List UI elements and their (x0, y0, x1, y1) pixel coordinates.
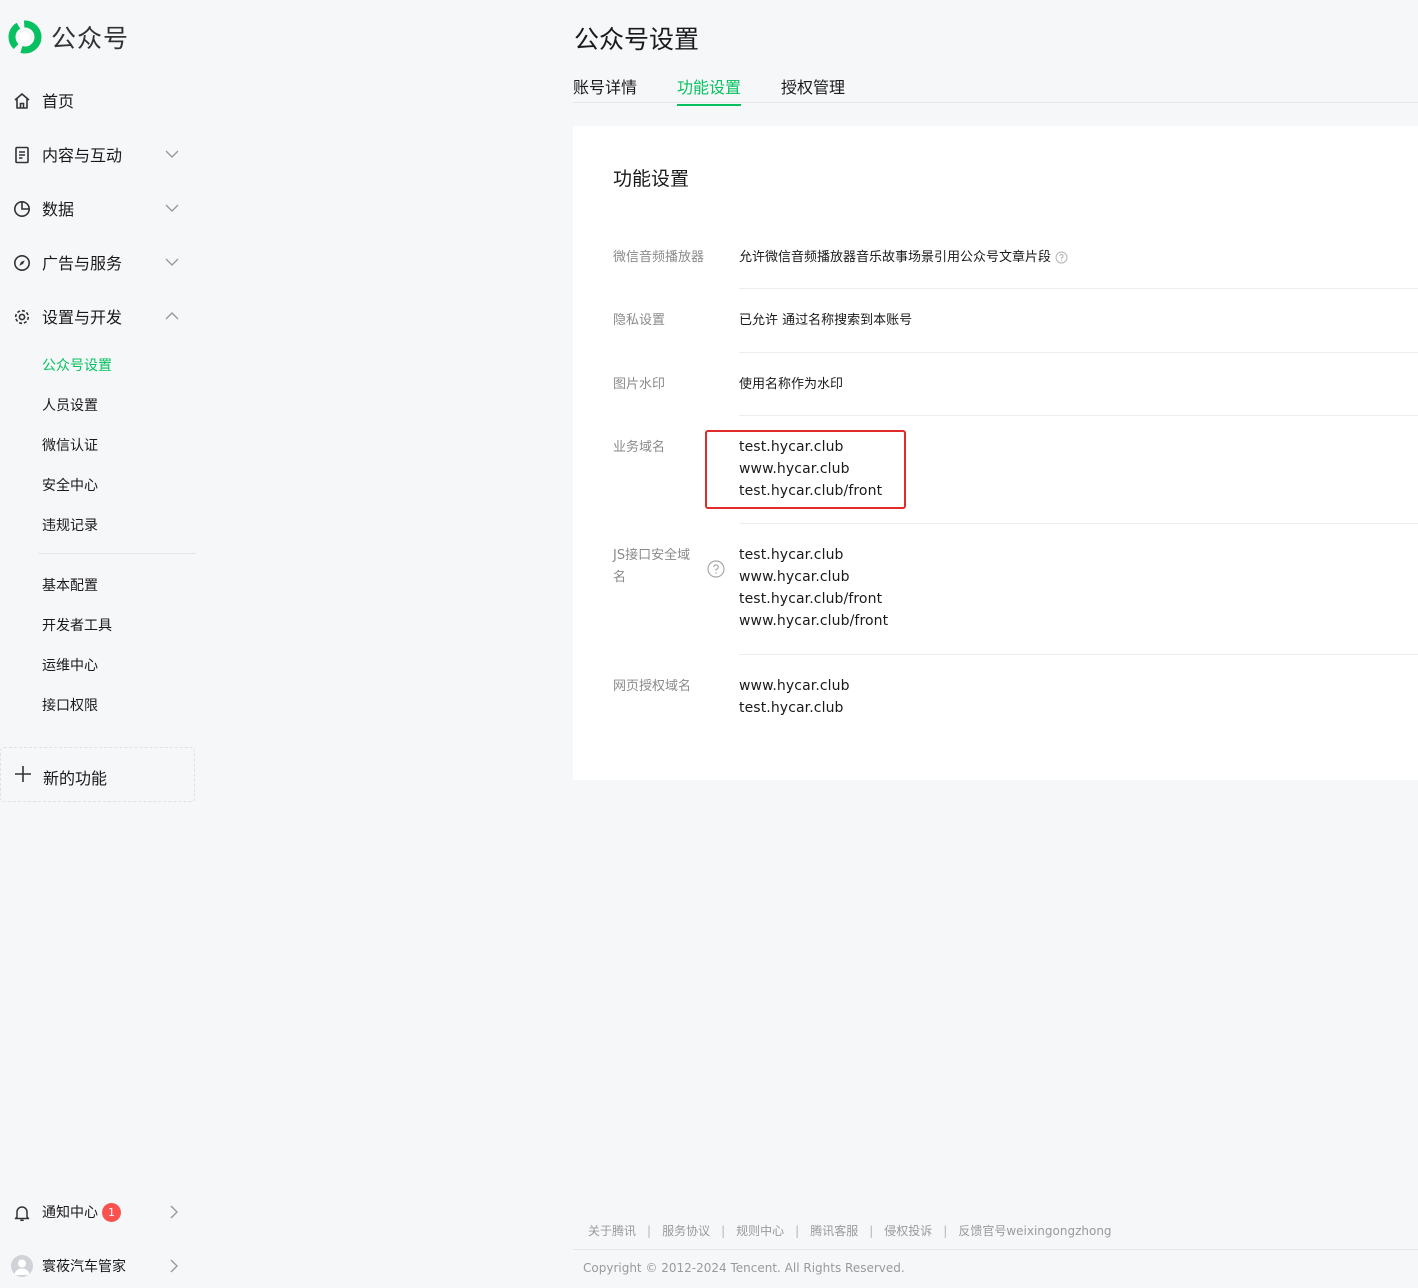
chevron-right-icon (170, 1205, 178, 1219)
nav-item-data[interactable]: 数据 (0, 188, 196, 228)
footer-separator: | (721, 1224, 726, 1238)
user-avatar-icon (14, 1259, 30, 1275)
document-icon (15, 146, 29, 164)
logo[interactable]: 公众号 (8, 19, 129, 55)
chevron-right-icon (170, 1259, 178, 1273)
question-circle-icon[interactable] (1055, 251, 1068, 264)
chevron-up-icon (165, 312, 179, 320)
tab-feature-settings[interactable]: 功能设置 (677, 74, 742, 106)
footer-separator: | (869, 1224, 874, 1238)
question-circle-icon[interactable] (707, 560, 725, 578)
row-divider (739, 654, 1418, 655)
sub-item-api-permissions[interactable]: 接口权限 (42, 695, 98, 715)
row-value-oauth-domain: www.hycar.club test.hycar.club (739, 675, 850, 719)
nav-item-settings[interactable]: 设置与开发 (0, 296, 196, 336)
sub-item-basic-config[interactable]: 基本配置 (42, 575, 98, 595)
footer-separator: | (795, 1224, 800, 1238)
nav-item-ads[interactable]: 广告与服务 (0, 242, 196, 282)
chevron-down-icon (165, 150, 179, 158)
nav-label: 数据 (42, 200, 75, 219)
sub-item-ops-center[interactable]: 运维中心 (42, 655, 98, 675)
tab-bar: 账号详情 功能设置 授权管理 (573, 72, 1418, 106)
nav-item-home[interactable]: 首页 (0, 80, 196, 120)
row-divider (739, 352, 1418, 353)
footer-link-feedback[interactable]: 反馈官号weixingongzhong (958, 1224, 1111, 1238)
page-title: 公众号设置 (574, 25, 700, 54)
footer-link-support[interactable]: 腾讯客服 (810, 1224, 858, 1238)
sub-item-wechat-verification[interactable]: 微信认证 (42, 435, 98, 455)
row-value-audio-player: 允许微信音频播放器音乐故事场景引用公众号文章片段 (739, 247, 1068, 269)
new-feature-label: 新的功能 (43, 769, 108, 788)
row-label-audio-player: 微信音频播放器 (613, 250, 705, 265)
nav-label: 首页 (42, 92, 75, 111)
nav-label: 内容与互动 (42, 146, 123, 165)
avatar[interactable] (11, 1255, 33, 1277)
highlight-box (705, 430, 906, 509)
footer-separator: | (943, 1224, 948, 1238)
js-domain-label-line2: 名 (613, 570, 627, 585)
sidebar-divider (38, 553, 196, 554)
nav-label: 广告与服务 (42, 254, 123, 273)
js-domain-item: test.hycar.club/front (739, 591, 883, 607)
copyright: Copyright © 2012-2024 Tencent. All Right… (583, 1261, 905, 1275)
sub-item-account-settings[interactable]: 公众号设置 (42, 355, 112, 375)
notification-label: 通知中心 1 (42, 1202, 121, 1223)
bell-icon (14, 1206, 30, 1222)
js-domain-item: www.hycar.club/front (739, 613, 889, 629)
sub-item-staff-settings[interactable]: 人员设置 (42, 395, 98, 415)
home-icon (14, 93, 30, 109)
card-title: 功能设置 (613, 168, 690, 190)
row-value-js-domain: test.hycar.club www.hycar.club test.hyca… (739, 544, 888, 632)
feature-settings-card: 功能设置 微信音频播放器 允许微信音频播放器音乐故事场景引用公众号文章片段 隐私… (573, 126, 1418, 780)
js-domain-item: test.hycar.club (739, 547, 844, 563)
row-value-watermark: 使用名称作为水印 (739, 377, 844, 392)
nav-item-content[interactable]: 内容与互动 (0, 134, 196, 174)
js-domain-label-line1: JS接口安全域 (613, 548, 691, 563)
nav-label: 设置与开发 (42, 308, 123, 327)
plus-icon (15, 766, 31, 782)
tab-authorization[interactable]: 授权管理 (781, 74, 845, 104)
footer-link-infringement[interactable]: 侵权投诉 (884, 1224, 932, 1238)
sub-item-security-center[interactable]: 安全中心 (42, 475, 98, 495)
row-label-js-domain: JS接口安全域 名 (613, 545, 690, 589)
wechat-mp-logo-icon (8, 20, 42, 54)
chevron-down-icon (165, 258, 179, 266)
js-domain-item: www.hycar.club (739, 569, 850, 585)
notification-badge: 1 (102, 1203, 121, 1223)
pie-chart-icon (14, 201, 30, 217)
tab-account-details[interactable]: 账号详情 (573, 74, 637, 104)
new-feature-button[interactable]: 新的功能 (0, 747, 195, 802)
footer-link-terms[interactable]: 服务协议 (662, 1224, 710, 1238)
sidebar: 公众号 首页 内容与互动 数据 广告与服务 设置与开发 公众号设置 人员设置 微… (0, 0, 210, 1288)
notification-text: 通知中心 (42, 1204, 98, 1221)
row-label-oauth-domain: 网页授权域名 (613, 679, 692, 694)
notification-center[interactable]: 通知中心 1 (0, 1192, 196, 1232)
sub-item-violation-records[interactable]: 违规记录 (42, 515, 98, 535)
audio-player-text: 允许微信音频播放器音乐故事场景引用公众号文章片段 (739, 250, 1052, 265)
row-divider (739, 415, 1418, 416)
gear-icon (14, 309, 30, 325)
footer-link-about[interactable]: 关于腾讯 (588, 1224, 636, 1238)
footer-separator: | (647, 1224, 652, 1238)
row-label-privacy: 隐私设置 (613, 313, 666, 328)
footer-links: 关于腾讯 | 服务协议 | 规则中心 | 腾讯客服 | 侵权投诉 | 反馈官号weixingongz… (588, 1222, 1112, 1239)
compass-icon (14, 255, 30, 271)
logo-text: 公众号 (51, 24, 130, 53)
oauth-domain-item: www.hycar.club (739, 678, 850, 694)
row-value-privacy: 已允许 通过名称搜索到本账号 (739, 313, 913, 328)
account-name: 寰莜汽车管家 (42, 1259, 126, 1275)
footer-link-rules[interactable]: 规则中心 (736, 1224, 784, 1238)
row-label-watermark: 图片水印 (613, 377, 666, 392)
footer-divider (573, 1249, 1418, 1250)
row-divider (739, 523, 1418, 524)
oauth-domain-item: test.hycar.club (739, 700, 844, 716)
chevron-down-icon (165, 204, 179, 212)
sub-item-developer-tools[interactable]: 开发者工具 (42, 615, 112, 635)
row-label-business-domain: 业务域名 (613, 440, 666, 455)
row-divider (739, 288, 1418, 289)
